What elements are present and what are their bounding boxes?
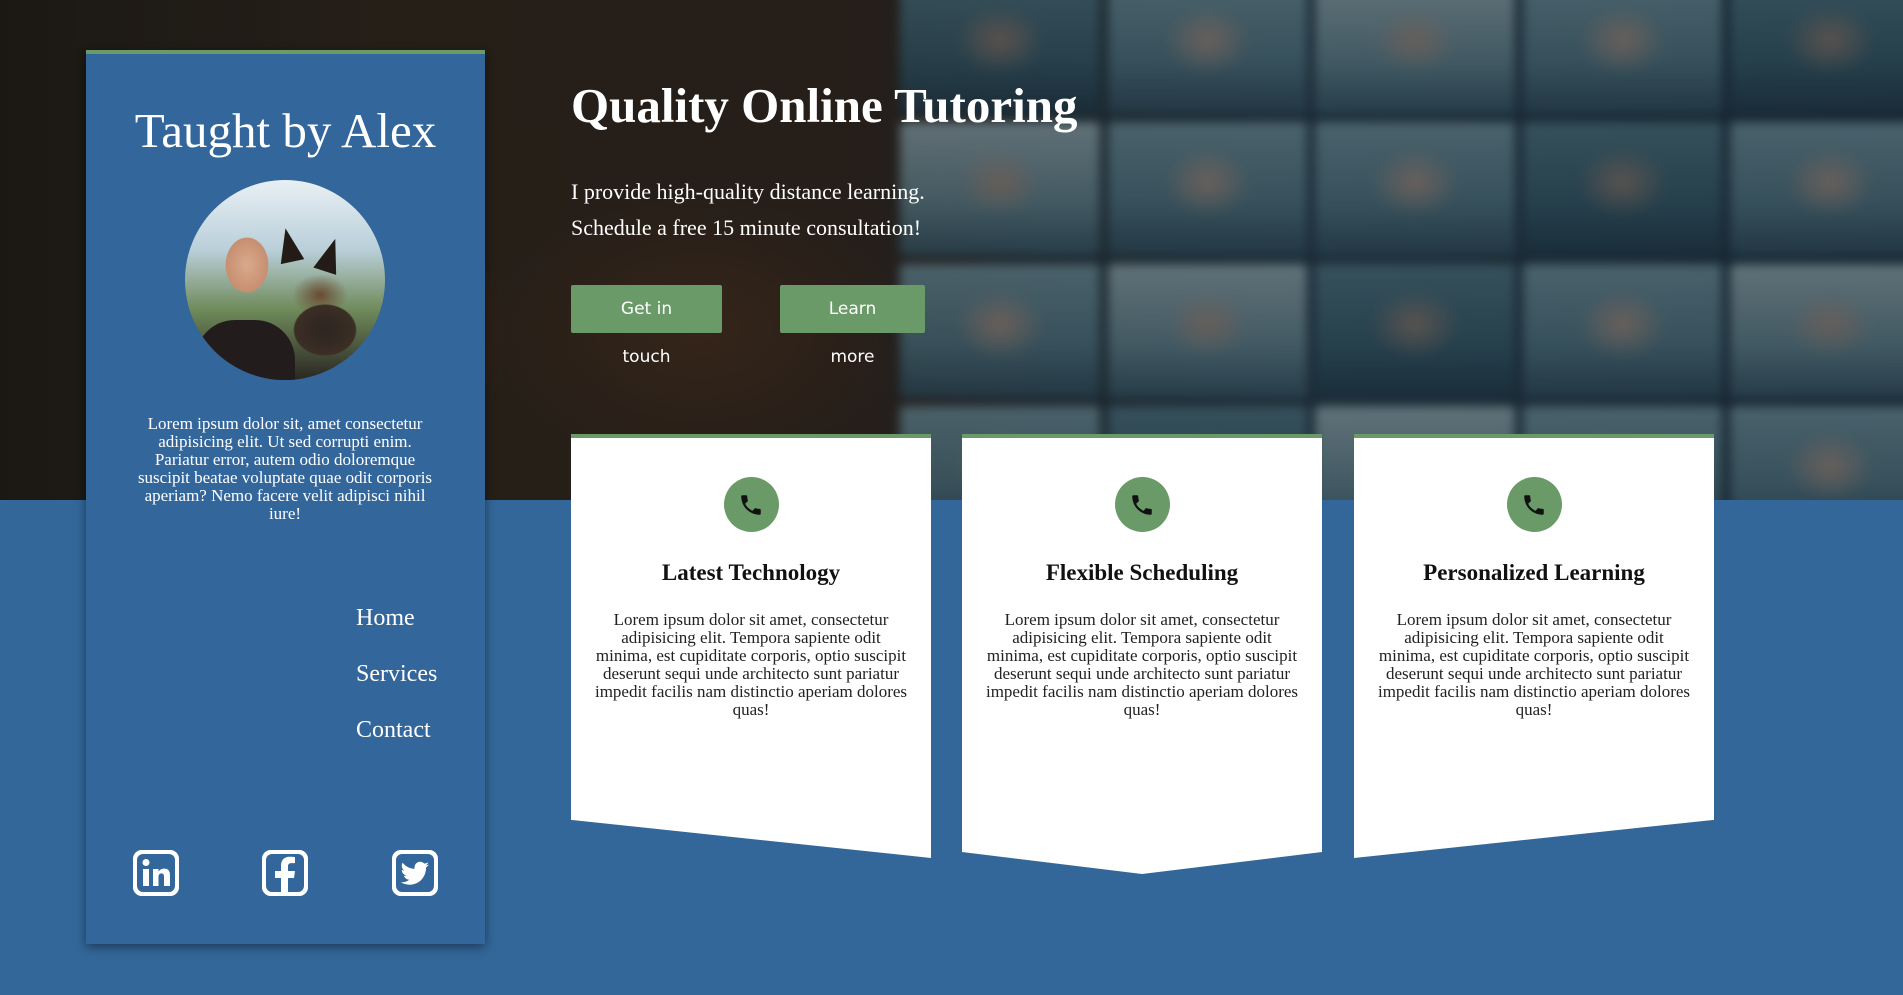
hero-lead-line-1: I provide high-quality distance learning… (571, 179, 925, 204)
hero-headline: Quality Online Tutoring (571, 78, 1078, 133)
feature-title: Latest Technology (661, 560, 841, 585)
site-title: Taught by Alex (134, 103, 437, 158)
bio-text: Lorem ipsum dolor sit, amet consectetur … (137, 414, 433, 523)
profile-avatar (185, 180, 385, 380)
nav-item-home[interactable]: Home (356, 603, 440, 659)
learn-more-button[interactable]: Learn more (780, 285, 925, 367)
phone-icon (723, 477, 779, 532)
linkedin-icon[interactable] (133, 850, 179, 896)
feature-title: Personalized Learning (1423, 560, 1645, 585)
twitter-icon[interactable] (392, 850, 438, 896)
hero-lead-line-2: Schedule a free 15 minute consultation! (571, 215, 922, 240)
feature-card-scheduling: Flexible Scheduling Lorem ipsum dolor si… (962, 434, 1322, 874)
feature-text: Lorem ipsum dolor sit amet, consectetur … (1377, 610, 1691, 719)
feature-card-personalized: Personalized Learning Lorem ipsum dolor … (1354, 434, 1714, 858)
nav-item-contact[interactable]: Contact (356, 715, 440, 771)
hero-lead: I provide high-quality distance learning… (571, 174, 925, 246)
social-links (86, 850, 485, 898)
sidebar: Taught by Alex Lorem ipsum dolor sit, am… (86, 50, 485, 944)
phone-icon (1506, 477, 1562, 532)
phone-icon (1114, 477, 1170, 532)
feature-title: Flexible Scheduling (1045, 560, 1239, 585)
main-nav: Home Services Contact (86, 603, 440, 771)
feature-card-technology: Latest Technology Lorem ipsum dolor sit … (571, 434, 931, 858)
feature-text: Lorem ipsum dolor sit amet, consectetur … (985, 610, 1299, 719)
facebook-icon[interactable] (262, 850, 308, 896)
feature-text: Lorem ipsum dolor sit amet, consectetur … (594, 610, 908, 719)
nav-item-services[interactable]: Services (356, 659, 440, 715)
get-in-touch-button[interactable]: Get in touch (571, 285, 722, 367)
